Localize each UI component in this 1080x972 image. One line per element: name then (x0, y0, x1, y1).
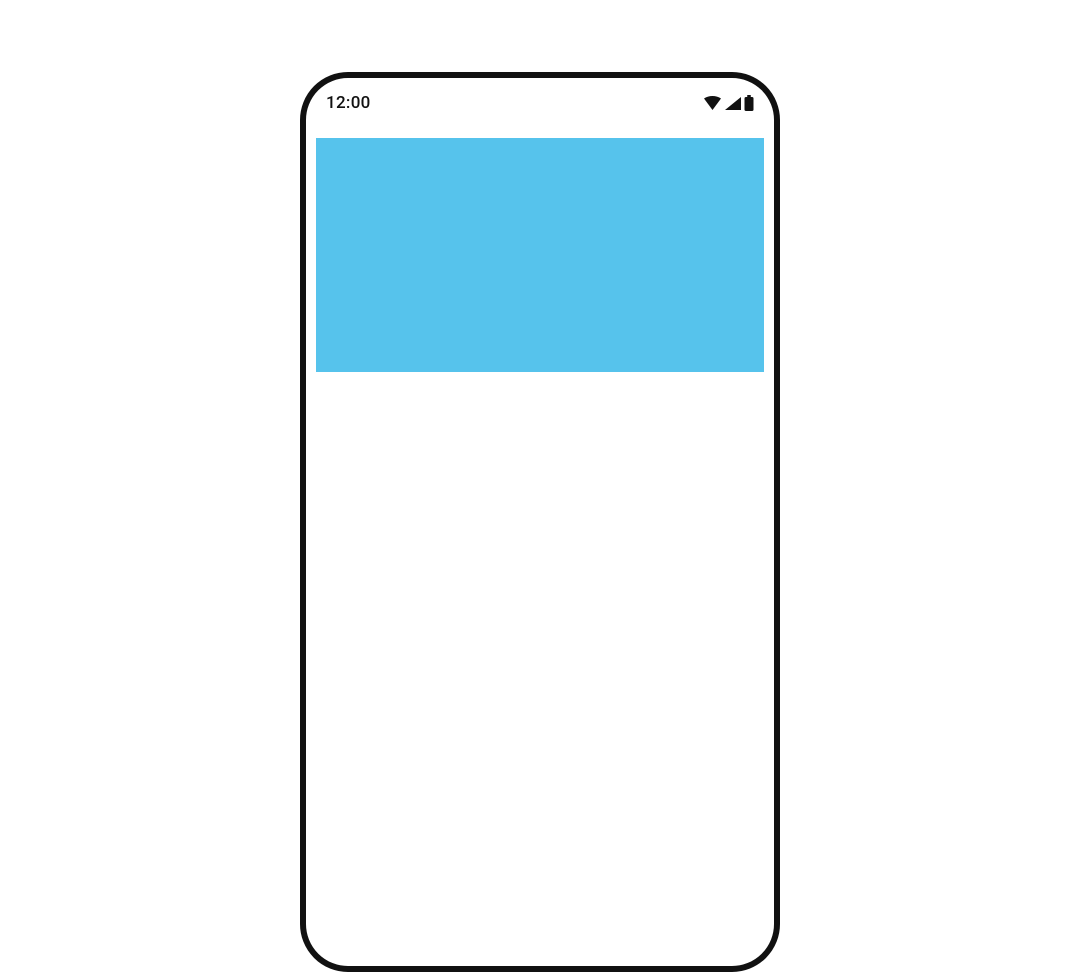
status-icons-group (703, 95, 754, 111)
wifi-icon (703, 96, 722, 111)
battery-icon (744, 95, 754, 111)
status-time: 12:00 (326, 93, 371, 113)
screen-content (306, 128, 774, 372)
device-frame: 12:00 (300, 72, 780, 972)
status-bar: 12:00 (306, 78, 774, 128)
cellular-signal-icon (724, 96, 742, 111)
banner-block (316, 138, 764, 372)
